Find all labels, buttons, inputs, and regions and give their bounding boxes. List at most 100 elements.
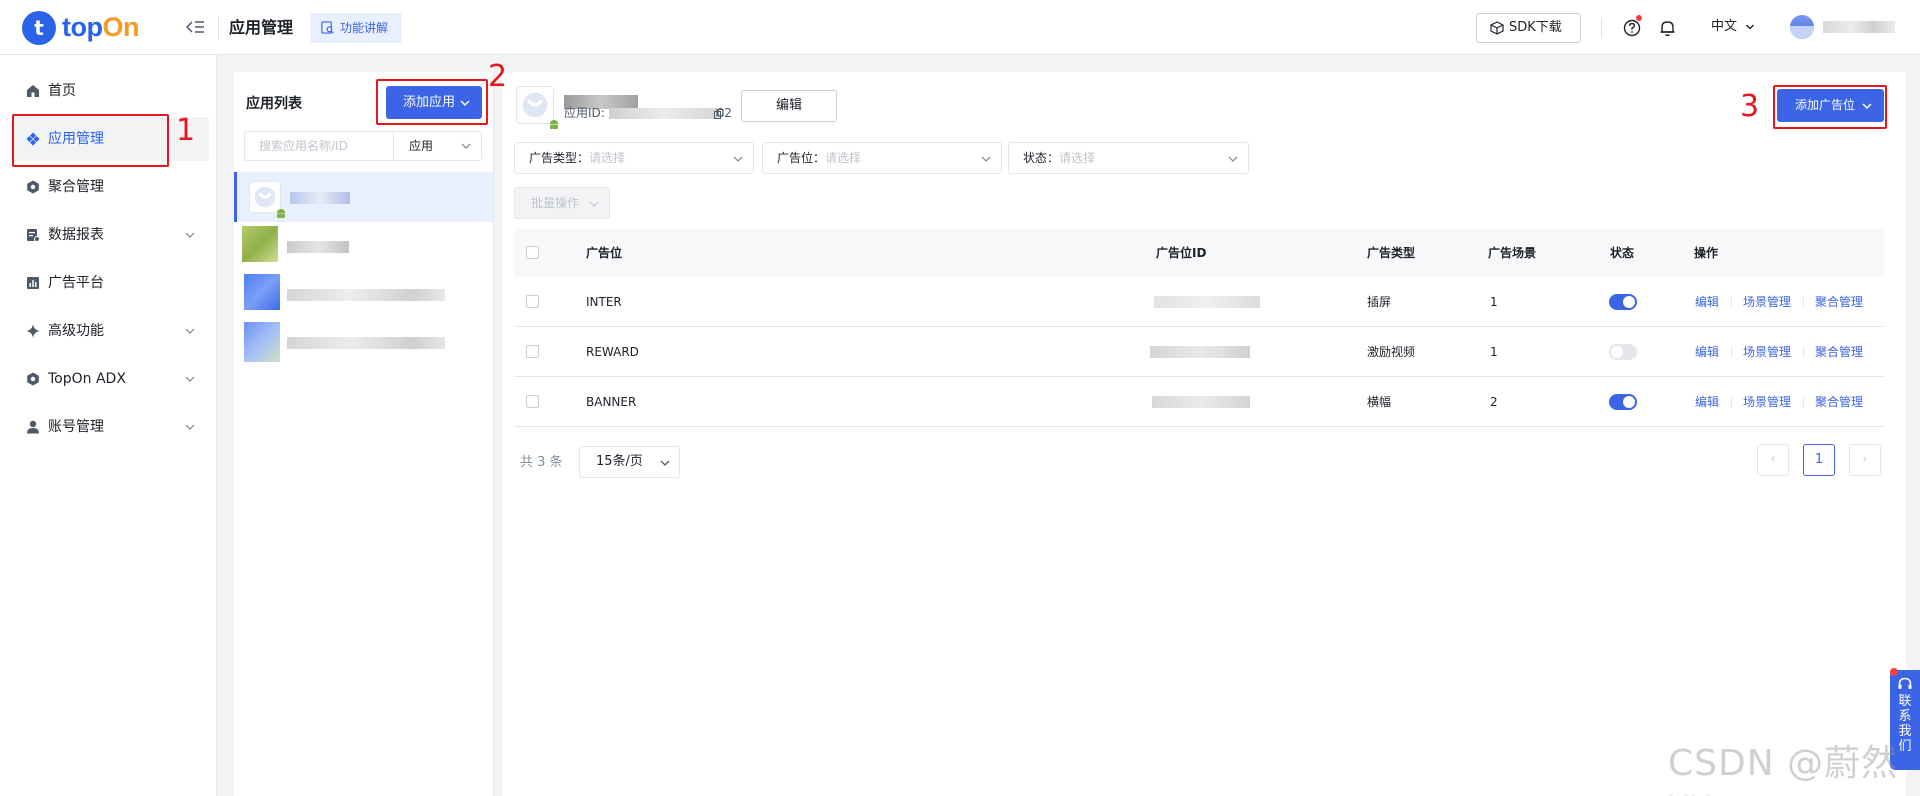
- document-search-icon: [321, 21, 334, 34]
- ad-type: 插屏: [1367, 295, 1392, 309]
- sidebar-item-advanced[interactable]: 高级功能: [12, 309, 209, 353]
- headset-icon: [1898, 677, 1912, 689]
- sidebar-item-reports[interactable]: 数据报表: [12, 213, 209, 257]
- cube-icon: [1490, 21, 1504, 35]
- copy-icon[interactable]: [714, 109, 724, 119]
- avatar[interactable]: [1790, 15, 1814, 39]
- status-toggle[interactable]: [1609, 344, 1637, 360]
- sidebar-item-label: 广告平台: [48, 275, 104, 291]
- table-row: REWARD 激励视频 1 编辑 场景管理 聚合管理: [514, 327, 1884, 377]
- report-icon: [27, 229, 40, 242]
- username-redacted[interactable]: [1823, 21, 1895, 33]
- app-type-select[interactable]: 应用: [393, 131, 482, 161]
- sidebar-item-label: 高级功能: [48, 323, 104, 339]
- page-number-button[interactable]: 1: [1803, 444, 1835, 476]
- row-checkbox[interactable]: [526, 395, 539, 408]
- sidebar-item-mediation[interactable]: 聚合管理: [12, 165, 209, 209]
- edit-app-button[interactable]: 编辑: [741, 90, 837, 122]
- feature-guide-button[interactable]: 功能讲解: [310, 13, 402, 43]
- ad-unit-name: INTER: [586, 295, 622, 309]
- column-header-ad-type[interactable]: 广告类型: [1367, 229, 1415, 277]
- header-divider: [218, 16, 219, 40]
- sparkle-icon: [26, 324, 40, 338]
- page-size-select[interactable]: 15条/页: [579, 446, 680, 478]
- home-icon: [27, 85, 39, 97]
- add-app-button[interactable]: 添加应用: [386, 86, 482, 119]
- column-header-ad-scene[interactable]: 广告场景: [1488, 229, 1536, 277]
- add-ad-unit-button[interactable]: 添加广告位: [1777, 89, 1884, 122]
- watermark: CSDN @蔚然vy: [1668, 743, 1899, 796]
- sidebar-item-topon-adx[interactable]: TopOn ADX: [12, 357, 209, 401]
- hexagon-icon: [27, 180, 39, 194]
- column-header-ad-unit[interactable]: 广告位: [586, 229, 622, 277]
- user-icon: [27, 420, 39, 434]
- row-checkbox[interactable]: [526, 295, 539, 308]
- add-ad-unit-label: 添加广告位: [1795, 98, 1856, 112]
- help-icon[interactable]: [1623, 19, 1641, 37]
- sidebar-item-label: 账号管理: [48, 419, 104, 435]
- batch-actions-button[interactable]: 批量操作: [514, 187, 610, 219]
- android-icon: [550, 120, 558, 129]
- sidebar-item-label: 聚合管理: [48, 179, 104, 195]
- topon-logo-mark[interactable]: t: [22, 11, 56, 45]
- scene-management-link[interactable]: 场景管理: [1743, 277, 1791, 327]
- chevron-down-icon: [1228, 156, 1238, 162]
- table-row: BANNER 横幅 2 编辑 场景管理 聚合管理: [514, 377, 1884, 427]
- edit-link[interactable]: 编辑: [1695, 327, 1719, 377]
- sidebar: 首页 应用管理 聚合管理 数据报表 广告平台 高级功能 TopOn ADX 账号…: [0, 55, 217, 796]
- top-header: t topOn 应用管理 功能讲解 SDK下载 中文: [0, 0, 1920, 55]
- app-list-item[interactable]: [234, 172, 493, 222]
- row-checkbox[interactable]: [526, 345, 539, 358]
- sdk-download-button[interactable]: SDK下载: [1476, 13, 1581, 43]
- language-label: 中文: [1711, 19, 1738, 34]
- app-id-redacted: [608, 108, 717, 119]
- sidebar-item-ad-platforms[interactable]: 广告平台: [12, 261, 209, 305]
- ad-unit-filter[interactable]: 广告位：请选择: [762, 142, 1002, 174]
- next-page-button[interactable]: ›: [1849, 444, 1881, 476]
- sidebar-item-account[interactable]: 账号管理: [12, 405, 209, 449]
- header-divider: [1601, 18, 1602, 38]
- total-count: 共 3 条: [520, 455, 563, 470]
- edit-link[interactable]: 编辑: [1695, 377, 1719, 427]
- mediation-management-link[interactable]: 聚合管理: [1815, 277, 1863, 327]
- edit-link[interactable]: 编辑: [1695, 277, 1719, 327]
- column-header-actions: 操作: [1694, 246, 1719, 260]
- app-icon: [249, 181, 285, 218]
- sidebar-item-label: 应用管理: [48, 131, 104, 147]
- ad-type-filter[interactable]: 广告类型：请选择: [514, 142, 754, 174]
- filter-placeholder: 请选择: [1059, 151, 1096, 165]
- mediation-management-link[interactable]: 聚合管理: [1815, 327, 1863, 377]
- status-filter[interactable]: 状态：请选择: [1008, 142, 1249, 174]
- column-header-ad-unit-id[interactable]: 广告位ID: [1156, 229, 1206, 277]
- ad-unit-name: REWARD: [586, 345, 639, 359]
- app-diamond-icon: [26, 132, 40, 146]
- select-all-checkbox[interactable]: [526, 246, 539, 259]
- chevron-down-icon: [981, 156, 991, 162]
- bell-icon[interactable]: [1659, 19, 1676, 37]
- app-icon: [242, 226, 278, 262]
- sidebar-item-home[interactable]: 首页: [12, 69, 209, 113]
- chevron-down-icon: [733, 156, 743, 162]
- collapse-sidebar-icon[interactable]: [186, 17, 206, 37]
- app-list-item[interactable]: [234, 318, 493, 368]
- app-name-redacted: [287, 289, 445, 301]
- mediation-management-link[interactable]: 聚合管理: [1815, 377, 1863, 427]
- app-name-redacted: [287, 337, 445, 349]
- annotation-number-2: 2: [488, 59, 508, 94]
- ad-unit-name: BANNER: [586, 395, 637, 409]
- ad-type: 横幅: [1367, 395, 1392, 409]
- prev-page-button[interactable]: ‹: [1757, 444, 1789, 476]
- topon-logo-text[interactable]: topOn: [62, 12, 139, 42]
- status-toggle[interactable]: [1609, 394, 1637, 410]
- column-header-status[interactable]: 状态: [1610, 229, 1634, 277]
- language-selector[interactable]: 中文: [1711, 17, 1754, 37]
- ad-unit-id-redacted: [1154, 296, 1260, 308]
- status-toggle[interactable]: [1609, 294, 1637, 310]
- scene-management-link[interactable]: 场景管理: [1743, 377, 1791, 427]
- ad-unit-id-redacted: [1152, 396, 1250, 408]
- app-list-item[interactable]: [234, 222, 493, 272]
- app-list-item[interactable]: [234, 270, 493, 320]
- app-search-input[interactable]: 搜索应用名称/ID: [244, 131, 394, 161]
- scene-management-link[interactable]: 场景管理: [1743, 327, 1791, 377]
- hexagon-icon: [27, 372, 39, 386]
